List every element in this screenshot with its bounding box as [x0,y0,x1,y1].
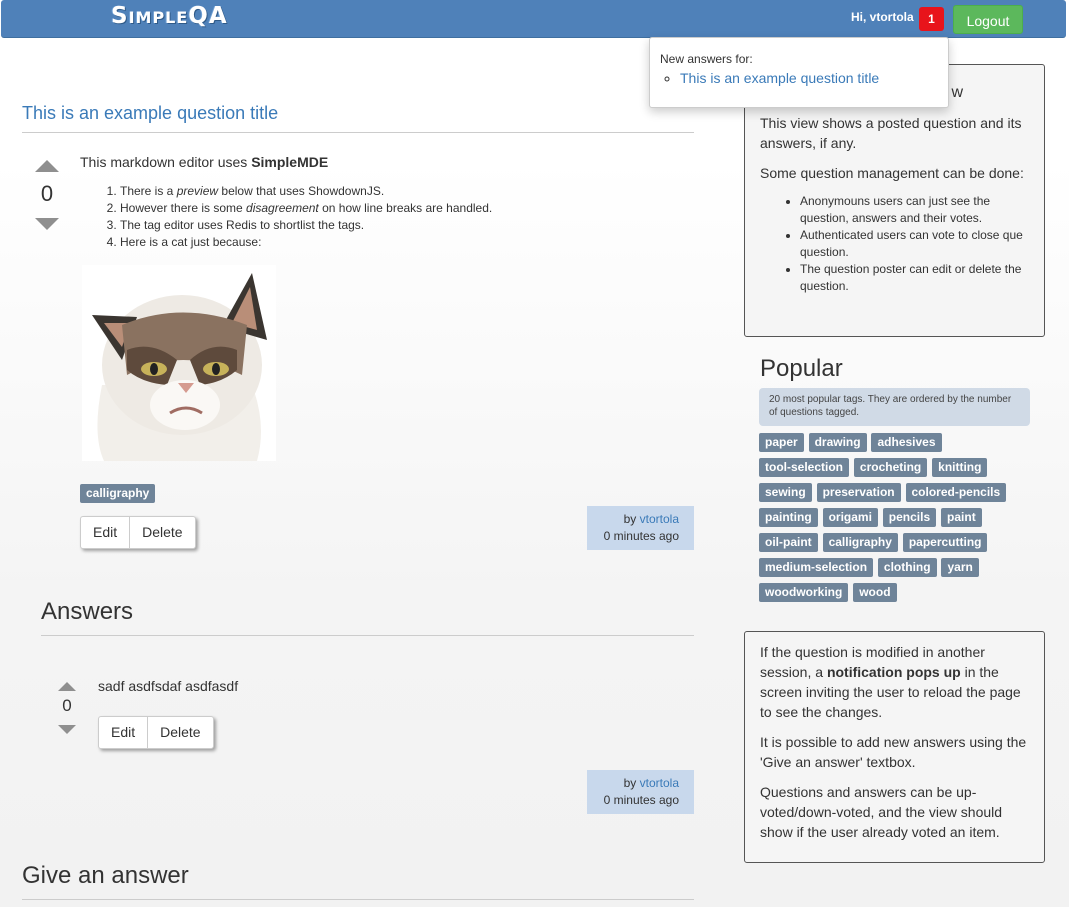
tag-medium-selection[interactable]: medium-selection [759,558,874,577]
answers-divider [41,635,694,636]
notifications-heading: New answers for: [660,52,753,66]
question-byline: by vtortola 0 minutes ago [587,506,694,550]
answer-actions: Edit Delete [98,716,214,749]
byline-prefix: by [623,776,637,790]
tag-clothing[interactable]: clothing [877,558,937,577]
notification-item: This is an example question title [680,70,938,86]
post-time: 0 minutes ago [603,793,679,807]
notifications-list: This is an example question title [660,70,938,86]
tag-paper[interactable]: paper [759,433,804,452]
info-panel-text: This view shows a posted question and it… [760,115,1022,151]
tag-sewing[interactable]: sewing [759,483,812,502]
tag-row: woodworking wood [759,583,1039,608]
tag-row: tool-selection crocheting knitting [759,458,1039,483]
post-time: 0 minutes ago [603,529,679,543]
edit-answer-button[interactable]: Edit [99,717,147,748]
tag-row: oil-paint calligraphy papercutting [759,533,1039,558]
tag-preservation[interactable]: preservation [816,483,901,502]
navbar: SimpleQA Hi, vtortola 1 Logout [1,0,1066,38]
author-link[interactable]: vtortola [640,512,679,526]
notification-link[interactable]: This is an example question title [680,70,879,86]
give-answer-divider [22,899,694,900]
edit-question-button[interactable]: Edit [81,517,129,548]
tag-wood[interactable]: wood [853,583,897,602]
answer-upvote-icon[interactable] [58,682,76,691]
answer-downvote-icon[interactable] [58,725,76,734]
tag-calligraphy[interactable]: calligraphy [80,484,156,503]
answer-vote-count: 0 [62,696,72,715]
answers-heading: Answers [41,598,134,625]
question-intro-text: This markdown editor uses [80,154,252,170]
popular-note: 20 most popular tags. They are ordered b… [759,388,1030,426]
cat-image [82,265,276,461]
question-actions: Edit Delete [80,516,196,549]
notes-panel-text: If the question is modified in another s… [760,644,1021,720]
question-list-item: There is a preview below that uses Showd… [120,183,492,200]
tag-knitting[interactable]: knitting [932,458,988,477]
info-panel-list-item: Authenticated users can vote to close qu… [800,227,1029,261]
tag-calligraphy[interactable]: calligraphy [822,533,898,552]
answer-text: sadf asdfsdaf asdfasdf [98,678,239,694]
notes-panel: If the question is modified in another s… [744,631,1045,863]
delete-answer-button[interactable]: Delete [147,717,212,748]
info-panel-list-item: Anonymouns users can just see the questi… [800,193,1029,227]
tag-drawing[interactable]: drawing [808,433,867,452]
tag-adhesives[interactable]: adhesives [871,433,942,452]
popular-heading: Popular [760,355,843,382]
question-upvote-icon[interactable] [35,160,59,172]
question-list: There is a preview below that uses Showd… [80,183,492,251]
info-panel-list: Anonymouns users can just see the questi… [760,193,1029,295]
tag-colored-pencils[interactable]: colored-pencils [905,483,1007,502]
tag-origami[interactable]: origami [822,508,878,527]
question-title[interactable]: This is an example question title [22,103,278,124]
byline-prefix: by [623,512,637,526]
question-intro: This markdown editor uses SimpleMDE [80,154,328,170]
question-downvote-icon[interactable] [35,218,59,230]
info-panel-text: Some question management can be done: [760,165,1024,181]
notification-badge[interactable]: 1 [919,7,944,31]
give-answer-heading: Give an answer [22,862,189,889]
notes-panel-text: It is possible to add new answers using … [760,734,1027,770]
question-list-item: However there is some disagreement on ho… [120,200,492,217]
title-divider [22,132,694,133]
tag-crocheting[interactable]: crocheting [853,458,928,477]
tag-paint[interactable]: paint [941,508,982,527]
delete-question-button[interactable]: Delete [129,517,194,548]
author-link[interactable]: vtortola [640,776,679,790]
tag-row: painting origami pencils paint [759,508,1039,533]
tag-yarn[interactable]: yarn [941,558,979,577]
tag-pencils[interactable]: pencils [882,508,937,527]
tag-papercutting[interactable]: papercutting [902,533,988,552]
tag-row: medium-selection clothing yarn [759,558,1039,583]
logout-button[interactable]: Logout [953,5,1023,34]
tag-woodworking[interactable]: woodworking [759,583,849,602]
answer-byline: by vtortola 0 minutes ago [587,770,694,814]
brand-logo[interactable]: SimpleQA [111,3,228,29]
notes-panel-text: Questions and answers can be up-voted/do… [760,784,1003,840]
question-intro-bold: SimpleMDE [251,154,329,170]
tag-row: paper drawing adhesives [759,433,1039,458]
question-list-item: The tag editor uses Redis to shortlist t… [120,217,492,234]
question-tags: calligraphy [80,484,156,503]
notifications-dropdown: New answers for: This is an example ques… [649,37,949,108]
tag-tool-selection[interactable]: tool-selection [759,458,850,477]
question-list-item: Here is a cat just because: [120,234,492,251]
user-greeting: Hi, vtortola [851,10,914,24]
tag-oil-paint[interactable]: oil-paint [759,533,818,552]
tag-painting[interactable]: painting [759,508,818,527]
info-panel-list-item: The question poster can edit or delete t… [800,261,1029,295]
tag-row: sewing preservation colored-pencils [759,483,1039,508]
question-vote-count: 0 [40,181,54,206]
popular-tag-cloud: paper drawing adhesives tool-selection c… [759,433,1039,608]
